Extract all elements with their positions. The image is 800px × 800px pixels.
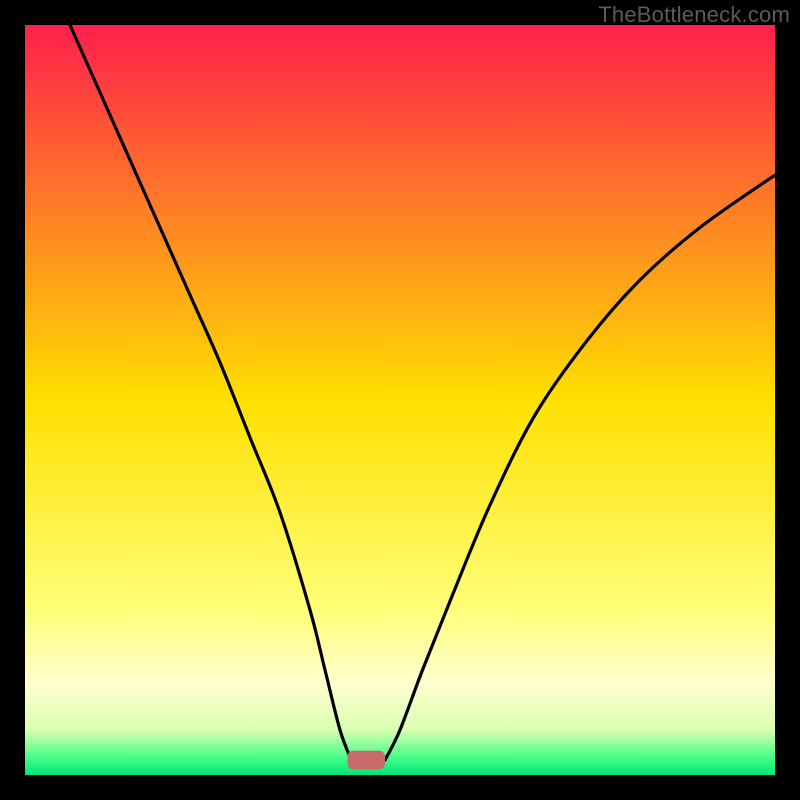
chart-frame <box>25 25 775 775</box>
bottleneck-chart <box>25 25 775 775</box>
optimal-marker <box>348 751 386 770</box>
watermark-text: TheBottleneck.com <box>598 2 790 28</box>
chart-background <box>25 25 775 775</box>
